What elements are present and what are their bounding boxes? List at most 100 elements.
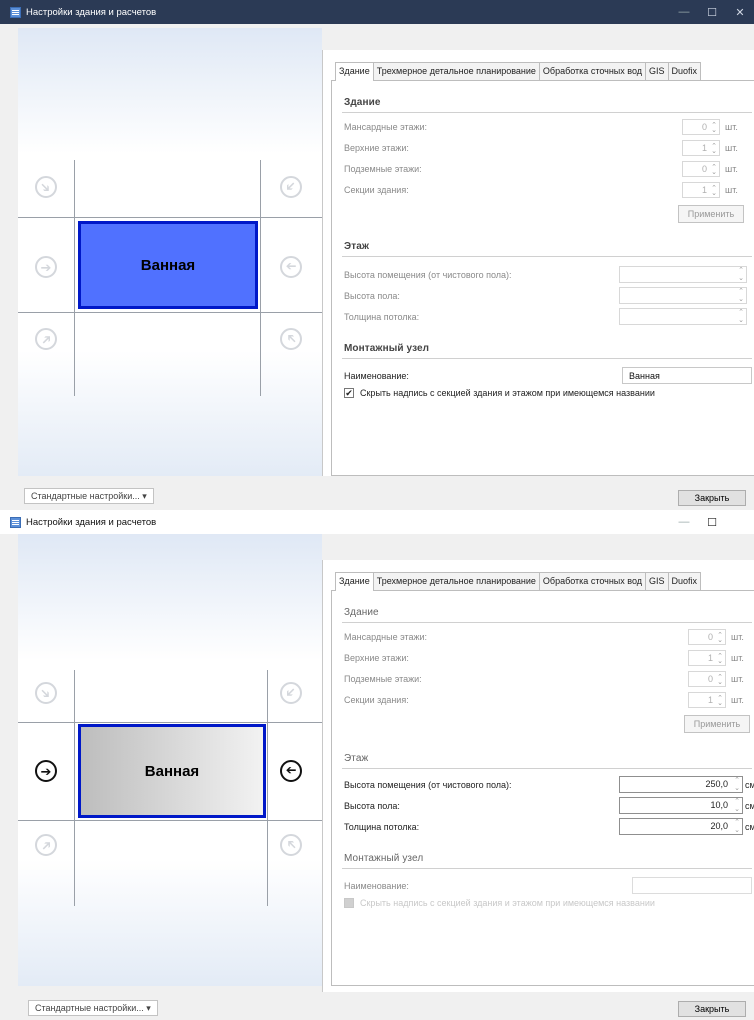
window-title: Настройки здания и расчетов — [26, 6, 157, 18]
grid-line — [74, 160, 75, 396]
attic-floors-label: Мансардные этажи: — [344, 122, 428, 132]
upper-floors-spinner[interactable]: 1 — [688, 650, 726, 669]
floor-height-field[interactable]: 10,0 ⌃ ⌄ — [619, 797, 743, 814]
arrow-left-icon[interactable]: ➔ — [280, 760, 302, 782]
name-input[interactable]: Ванная — [622, 367, 752, 384]
title-bar: Настройки здания и расчетов — ☐ ✕ — [0, 0, 754, 24]
hide-label-text: Скрыть надпись с секцией здания и этажом… — [360, 898, 655, 908]
unit-label: шт. — [731, 695, 744, 705]
building-sections-label: Секции здания: — [344, 695, 409, 705]
tab-building[interactable]: Здание — [335, 572, 374, 591]
divider — [342, 358, 752, 359]
tab-3d-planning[interactable]: Трехмерное детальное планирование — [372, 572, 540, 590]
title-bar: Настройки здания и расчетов — ☐ — [0, 510, 754, 534]
room-height-field[interactable]: 250,0 ⌃ ⌄ — [619, 776, 743, 793]
ceiling-thickness-label: Толщина потолка: — [344, 312, 420, 322]
section-mount-title: Монтажный узел — [344, 853, 424, 864]
arrow-down-right-icon: ➔ — [30, 677, 62, 709]
room-height-field[interactable]: ⌃ ⌄ — [619, 266, 747, 283]
chevron-down-icon: ▾ — [146, 1003, 151, 1013]
floor-height-value: 10,0 — [710, 800, 728, 810]
upper-floors-label: Верхние этажи: — [344, 653, 409, 663]
settings-window-2: Настройки здания и расчетов — ☐ Ванная ➔… — [0, 510, 754, 1020]
floor-height-field[interactable]: ⌃ ⌄ — [619, 287, 747, 304]
arrow-down-left-icon: ➔ — [275, 677, 307, 709]
divider — [342, 768, 752, 769]
apply-button[interactable]: Применить — [678, 205, 744, 223]
tab-wastewater[interactable]: Обработка сточных вод — [538, 572, 647, 590]
grid-line — [74, 670, 75, 906]
divider — [342, 868, 752, 869]
basement-floors-spinner[interactable]: 0 — [682, 161, 720, 180]
arrow-down-left-icon: ➔ — [275, 171, 307, 203]
arrow-up-right-icon: ➔ — [30, 829, 62, 861]
grid-line — [260, 160, 261, 396]
minimize-button[interactable]: — — [670, 510, 698, 534]
basement-floors-label: Подземные этажи: — [344, 164, 422, 174]
tab-wastewater[interactable]: Обработка сточных вод — [538, 62, 647, 80]
tab-gis[interactable]: GIS — [645, 572, 669, 590]
upper-floors-label: Верхние этажи: — [344, 143, 409, 153]
room-cell-bathroom[interactable]: Ванная — [78, 221, 258, 309]
close-button[interactable]: Закрыть — [678, 490, 746, 506]
section-floor-title: Этаж — [344, 753, 369, 764]
maximize-button[interactable]: ☐ — [698, 0, 726, 24]
divider — [342, 112, 752, 113]
maximize-button[interactable]: ☐ — [698, 510, 726, 534]
grid-line — [18, 217, 322, 218]
attic-floors-label: Мансардные этажи: — [344, 632, 428, 642]
arrow-up-right-icon: ➔ — [30, 323, 62, 355]
checkbox-check-icon[interactable]: ✔ — [344, 388, 354, 398]
attic-floors-spinner[interactable]: 0 — [682, 119, 720, 138]
minimize-button[interactable]: — — [670, 0, 698, 24]
unit-label: шт. — [731, 653, 744, 663]
basement-floors-label: Подземные этажи: — [344, 674, 422, 684]
unit-label: шт. — [731, 632, 744, 642]
section-mount-title: Монтажный узел — [344, 343, 430, 354]
basement-floors-spinner[interactable]: 0 — [688, 671, 726, 690]
tab-duofix[interactable]: Duofix — [667, 62, 702, 80]
grid-line — [18, 722, 322, 723]
settings-pane: Здание Трехмерное детальное планирование… — [322, 50, 754, 476]
unit-label: см — [745, 822, 754, 832]
divider — [342, 256, 752, 257]
hide-label-checkbox[interactable]: ✔ Скрыть надпись с секцией здания и этаж… — [344, 388, 655, 398]
dropdown-label: Стандартные настройки... — [31, 491, 140, 501]
ceiling-thickness-field[interactable]: ⌃ ⌄ — [619, 308, 747, 325]
unit-label: шт. — [725, 143, 738, 153]
upper-floors-spinner[interactable]: 1 — [682, 140, 720, 159]
name-input[interactable] — [632, 877, 752, 894]
unit-label: шт. — [725, 122, 738, 132]
unit-label: шт. — [725, 185, 738, 195]
arrow-up-left-icon: ➔ — [275, 323, 307, 355]
tab-duofix[interactable]: Duofix — [667, 572, 702, 590]
app-icon — [10, 516, 21, 528]
ceiling-thickness-field[interactable]: 20,0 ⌃ ⌄ — [619, 818, 743, 835]
attic-floors-spinner[interactable]: 0 — [688, 629, 726, 648]
arrow-up-left-icon: ➔ — [275, 829, 307, 861]
tab-gis[interactable]: GIS — [645, 62, 669, 80]
settings-window-1: Настройки здания и расчетов — ☐ ✕ Ванная… — [0, 0, 754, 510]
close-button[interactable]: Закрыть — [678, 1001, 746, 1017]
arrow-right-icon: ➔ — [35, 256, 57, 278]
building-sections-spinner[interactable]: 1 — [682, 182, 720, 201]
standard-settings-dropdown[interactable]: Стандартные настройки... ▾ — [24, 488, 154, 504]
tab-building[interactable]: Здание — [335, 62, 374, 81]
arrow-down-right-icon: ➔ — [30, 171, 62, 203]
standard-settings-dropdown[interactable]: Стандартные настройки... ▾ — [28, 1000, 158, 1016]
hide-label-checkbox: Скрыть надпись с секцией здания и этажом… — [344, 898, 655, 908]
ceiling-thickness-value: 20,0 — [710, 821, 728, 831]
building-sections-spinner[interactable]: 1 — [688, 692, 726, 711]
apply-button[interactable]: Применить — [684, 715, 750, 733]
unit-label: см — [745, 780, 754, 790]
chevron-down-icon: ▾ — [142, 491, 147, 501]
close-window-button[interactable]: ✕ — [726, 0, 754, 24]
window-title: Настройки здания и расчетов — [26, 516, 157, 528]
arrow-right-icon[interactable]: ➔ — [35, 760, 57, 782]
app-icon — [10, 6, 21, 18]
grid-line — [267, 670, 268, 906]
tab-3d-planning[interactable]: Трехмерное детальное планирование — [372, 62, 540, 80]
ceiling-thickness-label: Толщина потолка: — [344, 822, 420, 832]
tab-bar: Здание Трехмерное детальное планирование… — [335, 572, 702, 591]
room-cell-bathroom[interactable]: Ванная — [78, 724, 266, 818]
